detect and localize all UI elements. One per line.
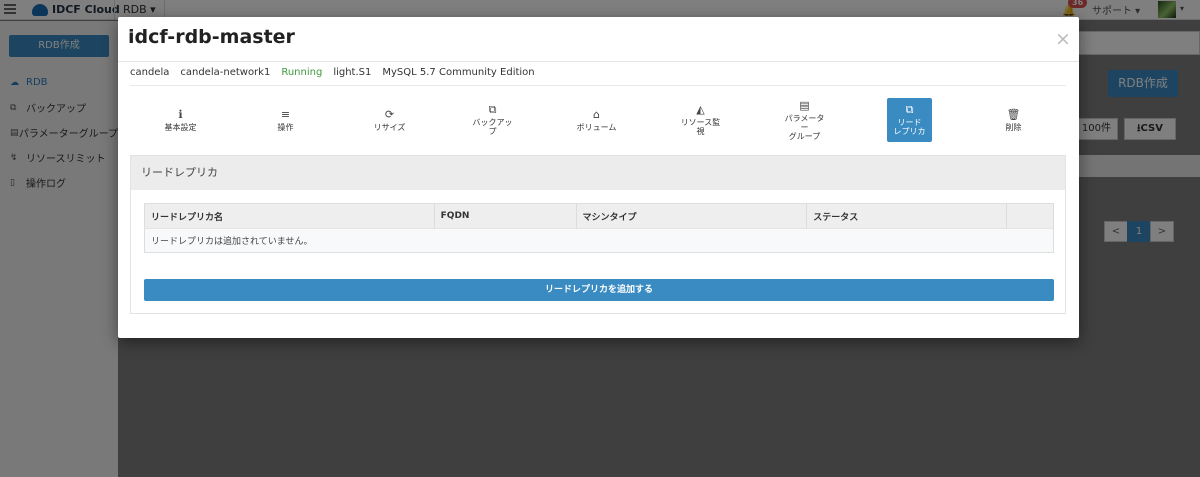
tab-label: バックアッ プ — [472, 118, 513, 136]
close-icon[interactable]: × — [1055, 30, 1071, 49]
tab-resize[interactable]: ⟳ リサイズ — [367, 98, 412, 142]
tab-basic-settings[interactable]: ℹ 基本設定 — [158, 98, 203, 142]
database-icon: ≡ — [280, 107, 291, 121]
tab-label: リソース監 視 — [680, 118, 721, 136]
clone-icon: ⧉ — [905, 103, 914, 116]
tab-delete[interactable]: 🗑 削除 — [991, 98, 1036, 142]
engine-version: MySQL 5.7 Community Edition — [382, 67, 535, 78]
tab-label: リサイズ — [373, 122, 406, 132]
tab-volume[interactable]: ⌂ ボリューム — [574, 98, 619, 142]
empty-message: リードレプリカは追加されていません。 — [144, 228, 1054, 253]
tab-backup[interactable]: ⧉ バックアッ プ — [470, 98, 515, 142]
copy-icon: ⧉ — [488, 103, 497, 116]
machine-plan: light.S1 — [333, 67, 372, 78]
network-name: candela-network1 — [180, 67, 271, 78]
section-title: リードレプリカ — [131, 156, 1065, 190]
modal-title: idcf-rdb-master — [128, 26, 295, 48]
tenant-name: candela — [130, 67, 170, 78]
hdd-icon: ⌂ — [593, 107, 600, 121]
tab-resource-monitoring[interactable]: ◭ リソース監 視 — [678, 98, 723, 142]
column-header: ステータス — [806, 203, 1008, 229]
read-replica-panel: リードレプリカ リードレプリカ名 FQDN マシンタイプ ステータス リードレプ… — [130, 155, 1066, 314]
area-chart-icon: ◭ — [696, 103, 705, 116]
refresh-icon: ⟳ — [384, 107, 395, 121]
table-row: リードレプリカは追加されていません。 — [144, 228, 1054, 253]
add-read-replica-button[interactable]: リードレプリカを追加する — [144, 279, 1054, 301]
tab-parameter-group[interactable]: ▤ パラメータ ー グループ — [782, 98, 827, 142]
tab-label: 基本設定 — [164, 122, 197, 132]
info-icon: ℹ — [178, 107, 183, 121]
column-header — [1006, 203, 1054, 229]
divider — [130, 85, 1066, 86]
tab-label: ボリューム — [576, 122, 617, 132]
divider — [118, 61, 1079, 62]
column-header: リードレプリカ名 — [144, 203, 435, 229]
read-replica-table: リードレプリカ名 FQDN マシンタイプ ステータス リードレプリカは追加されて… — [144, 203, 1054, 253]
trash-icon: 🗑 — [1006, 107, 1021, 121]
table-header-row: リードレプリカ名 FQDN マシンタイプ ステータス — [144, 203, 1054, 229]
column-header: マシンタイプ — [576, 203, 808, 229]
column-header: FQDN — [434, 203, 577, 229]
tab-label: 削除 — [1005, 122, 1022, 132]
tab-label: パラメータ ー グループ — [784, 113, 825, 141]
status-badge: Running — [281, 67, 323, 78]
list-alt-icon: ▤ — [799, 98, 810, 112]
tab-label: リード レプリカ — [893, 118, 926, 136]
instance-info: candela candela-network1 Running light.S… — [130, 67, 535, 78]
tab-read-replica[interactable]: ⧉ リード レプリカ — [887, 98, 932, 142]
tab-operations[interactable]: ≡ 操作 — [263, 98, 308, 142]
rdb-detail-modal: idcf-rdb-master × candela candela-networ… — [118, 17, 1079, 338]
tab-label: 操作 — [277, 122, 294, 132]
detail-tabs: ℹ 基本設定 ≡ 操作 ⟳ リサイズ ⧉ バックアッ プ ⌂ ボリューム ◭ リ… — [130, 98, 1066, 144]
